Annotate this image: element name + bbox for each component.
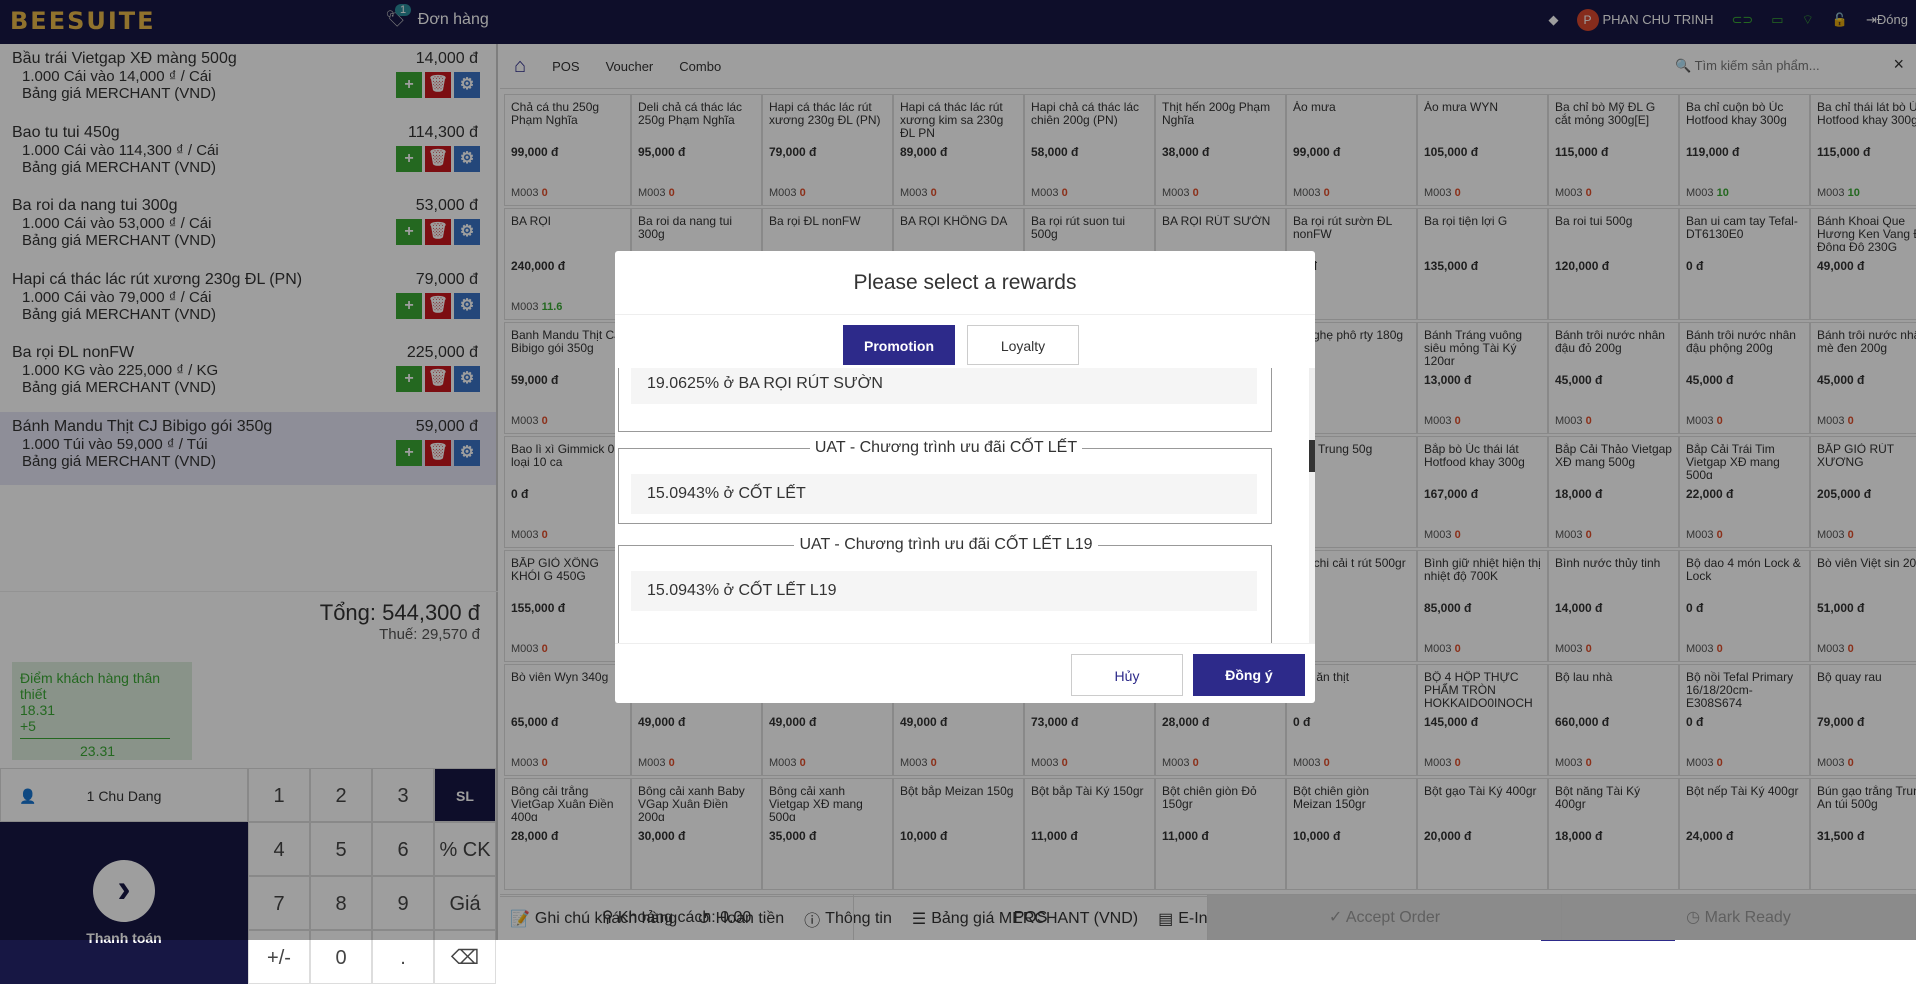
reward-group: UAT - Chương trình ưu đãi CỐT LẾT 15.094… <box>618 439 1272 524</box>
dialog-tabs: Promotion Loyalty <box>843 325 1079 365</box>
reward-group-title: UAT - Chương trình ưu đãi CỐT LẾT <box>619 439 1273 457</box>
reward-list: 19.0625% ở BA RỌI RÚT SƯỜN UAT - Chương … <box>618 368 1310 644</box>
reward-option[interactable]: 15.0943% ở CỐT LẾT L19 <box>631 571 1257 611</box>
rewards-dialog: Please select a rewards Promotion Loyalt… <box>615 251 1315 703</box>
scrollbar-thumb[interactable] <box>1309 440 1315 472</box>
reward-group: 19.0625% ở BA RỌI RÚT SƯỜN <box>618 368 1272 432</box>
reward-group: UAT - Chương trình ưu đãi CỐT LẾT L19 15… <box>618 536 1272 644</box>
tab-promotion[interactable]: Promotion <box>843 325 955 365</box>
reward-option[interactable]: 15.0943% ở CỐT LẾT <box>631 474 1257 514</box>
dialog-title: Please select a rewards <box>615 251 1315 315</box>
tab-loyalty[interactable]: Loyalty <box>967 325 1079 365</box>
reward-group-label: UAT - Chương trình ưu đãi CỐT LẾT L19 <box>794 536 1098 553</box>
reward-group-title: UAT - Chương trình ưu đãi CỐT LẾT L19 <box>619 536 1273 554</box>
cancel-button[interactable]: Hủy <box>1071 654 1183 696</box>
dialog-scrollbar[interactable] <box>1309 368 1315 644</box>
reward-group-label: UAT - Chương trình ưu đãi CỐT LẾT <box>809 439 1083 456</box>
confirm-button[interactable]: Đồng ý <box>1193 654 1305 696</box>
dialog-footer: Hủy Đồng ý <box>615 643 1315 703</box>
reward-option[interactable]: 19.0625% ở BA RỌI RÚT SƯỜN <box>631 368 1257 404</box>
